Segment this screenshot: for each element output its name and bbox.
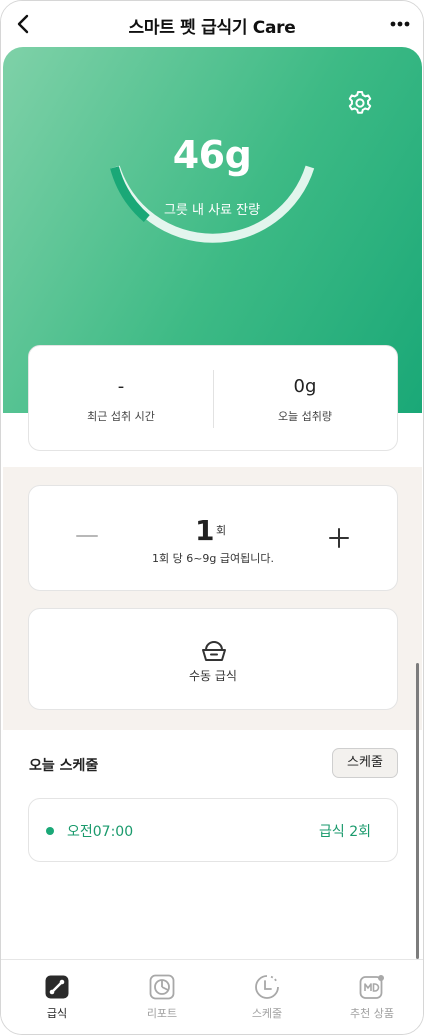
- nav-label-recommended: 추천 상품: [350, 1007, 394, 1020]
- today-intake-label: 오늘 섭취량: [277, 410, 333, 423]
- schedule-clock-icon: [255, 975, 279, 999]
- schedule-time: 오전07:00: [67, 824, 134, 840]
- md-recommend-icon: [359, 975, 384, 999]
- more-button[interactable]: [387, 11, 413, 37]
- gear-icon: [348, 91, 372, 114]
- last-intake-value: -: [117, 376, 125, 397]
- feeding-count-unit: 회: [216, 524, 227, 537]
- feeding-count-card: 1 회 1회 당 6~9g 급여됩니다.: [28, 485, 398, 591]
- last-intake-stat: - 최근 섭취 시간: [29, 346, 213, 450]
- bowl-amount-label: 그릇 내 사료 잔량: [163, 203, 261, 218]
- bowl-level-gauge: [110, 165, 315, 243]
- decrease-count-button[interactable]: [75, 524, 99, 548]
- settings-button[interactable]: [346, 89, 374, 117]
- nav-item-feeding[interactable]: 급식: [4, 960, 110, 1034]
- schedule-feed-count: 급식 2회: [319, 824, 371, 840]
- manual-feed-button[interactable]: 수동 급식: [28, 608, 398, 710]
- schedule-button[interactable]: 스케줄: [332, 748, 398, 778]
- scrollbar[interactable]: [416, 663, 419, 959]
- nav-label-report: 리포트: [146, 1007, 178, 1020]
- nav-item-report[interactable]: 리포트: [109, 960, 215, 1034]
- feeding-count-description: 1회 당 6~9g 급여됩니다.: [151, 552, 275, 565]
- feeding-count-value: 1: [195, 514, 215, 547]
- nav-item-schedule[interactable]: 스케줄: [214, 960, 320, 1034]
- today-intake-value: 0g: [293, 376, 317, 397]
- plus-icon: [329, 528, 349, 548]
- nav-label-schedule: 스케줄: [251, 1007, 283, 1020]
- report-chart-icon: [149, 974, 175, 1000]
- more-horizontal-icon: [390, 21, 410, 27]
- schedule-section-title: 오늘 스케줄: [29, 758, 99, 774]
- food-bowl-icon: [202, 641, 226, 661]
- manual-feed-label: 수동 급식: [189, 669, 237, 683]
- feeding-icon: [45, 975, 69, 999]
- app-frame: 스마트 펫 급식기 Care 46g 그릇 내 사료 잔량 - 최근 섭취 시간…: [0, 0, 424, 1035]
- page-title: 스마트 펫 급식기 Care: [128, 18, 296, 38]
- bowl-amount-value: 46g: [172, 133, 252, 177]
- schedule-item[interactable]: 오전07:00 급식 2회: [28, 798, 398, 862]
- today-intake-stat: 0g 오늘 섭취량: [213, 346, 397, 450]
- top-bar: 스마트 펫 급식기 Care: [1, 1, 423, 47]
- minus-icon: [76, 535, 98, 537]
- bottom-navigation: 급식 리포트 스케줄 추천 상품: [1, 959, 423, 1034]
- nav-label-feeding: 급식: [46, 1007, 68, 1020]
- increase-count-button[interactable]: [327, 526, 351, 550]
- intake-stats-card: - 최근 섭취 시간 0g 오늘 섭취량: [28, 345, 398, 451]
- nav-item-recommended[interactable]: 추천 상품: [319, 960, 423, 1034]
- last-intake-label: 최근 섭취 시간: [87, 410, 155, 423]
- schedule-status-dot: [46, 827, 54, 835]
